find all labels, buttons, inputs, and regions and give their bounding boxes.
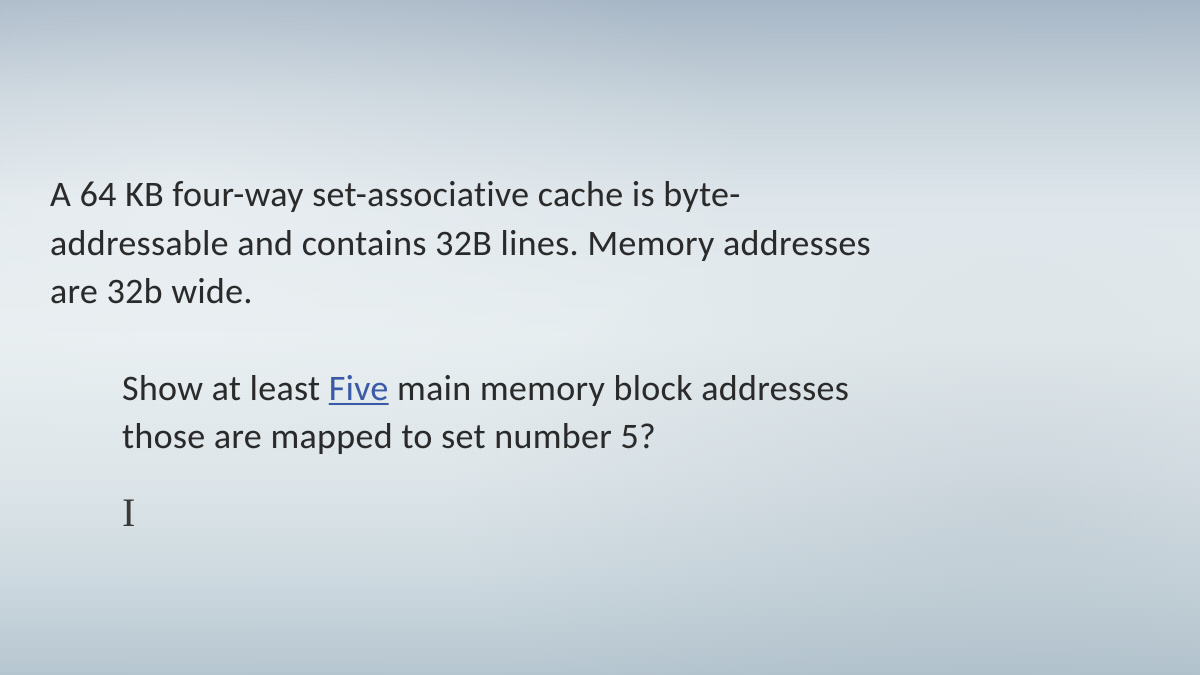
para1-line2: addressable and contains 32B lines. Memo… xyxy=(50,221,871,265)
para2-part1: Show at least xyxy=(122,366,329,410)
question-prompt: Show at least Five main memory block add… xyxy=(122,364,1150,461)
para1-line1: A 64 KB four-way set-associative cache i… xyxy=(50,172,741,216)
para2-part2: main memory block addresses xyxy=(389,366,850,410)
underlined-word: Five xyxy=(329,366,389,410)
text-cursor[interactable]: I xyxy=(122,489,135,536)
para1-line3: are 32b wide. xyxy=(50,269,253,313)
para2-line2: those are mapped to set number 5? xyxy=(122,414,656,458)
problem-statement: A 64 KB four-way set-associative cache i… xyxy=(50,170,1150,316)
document-content: A 64 KB four-way set-associative cache i… xyxy=(0,0,1200,576)
